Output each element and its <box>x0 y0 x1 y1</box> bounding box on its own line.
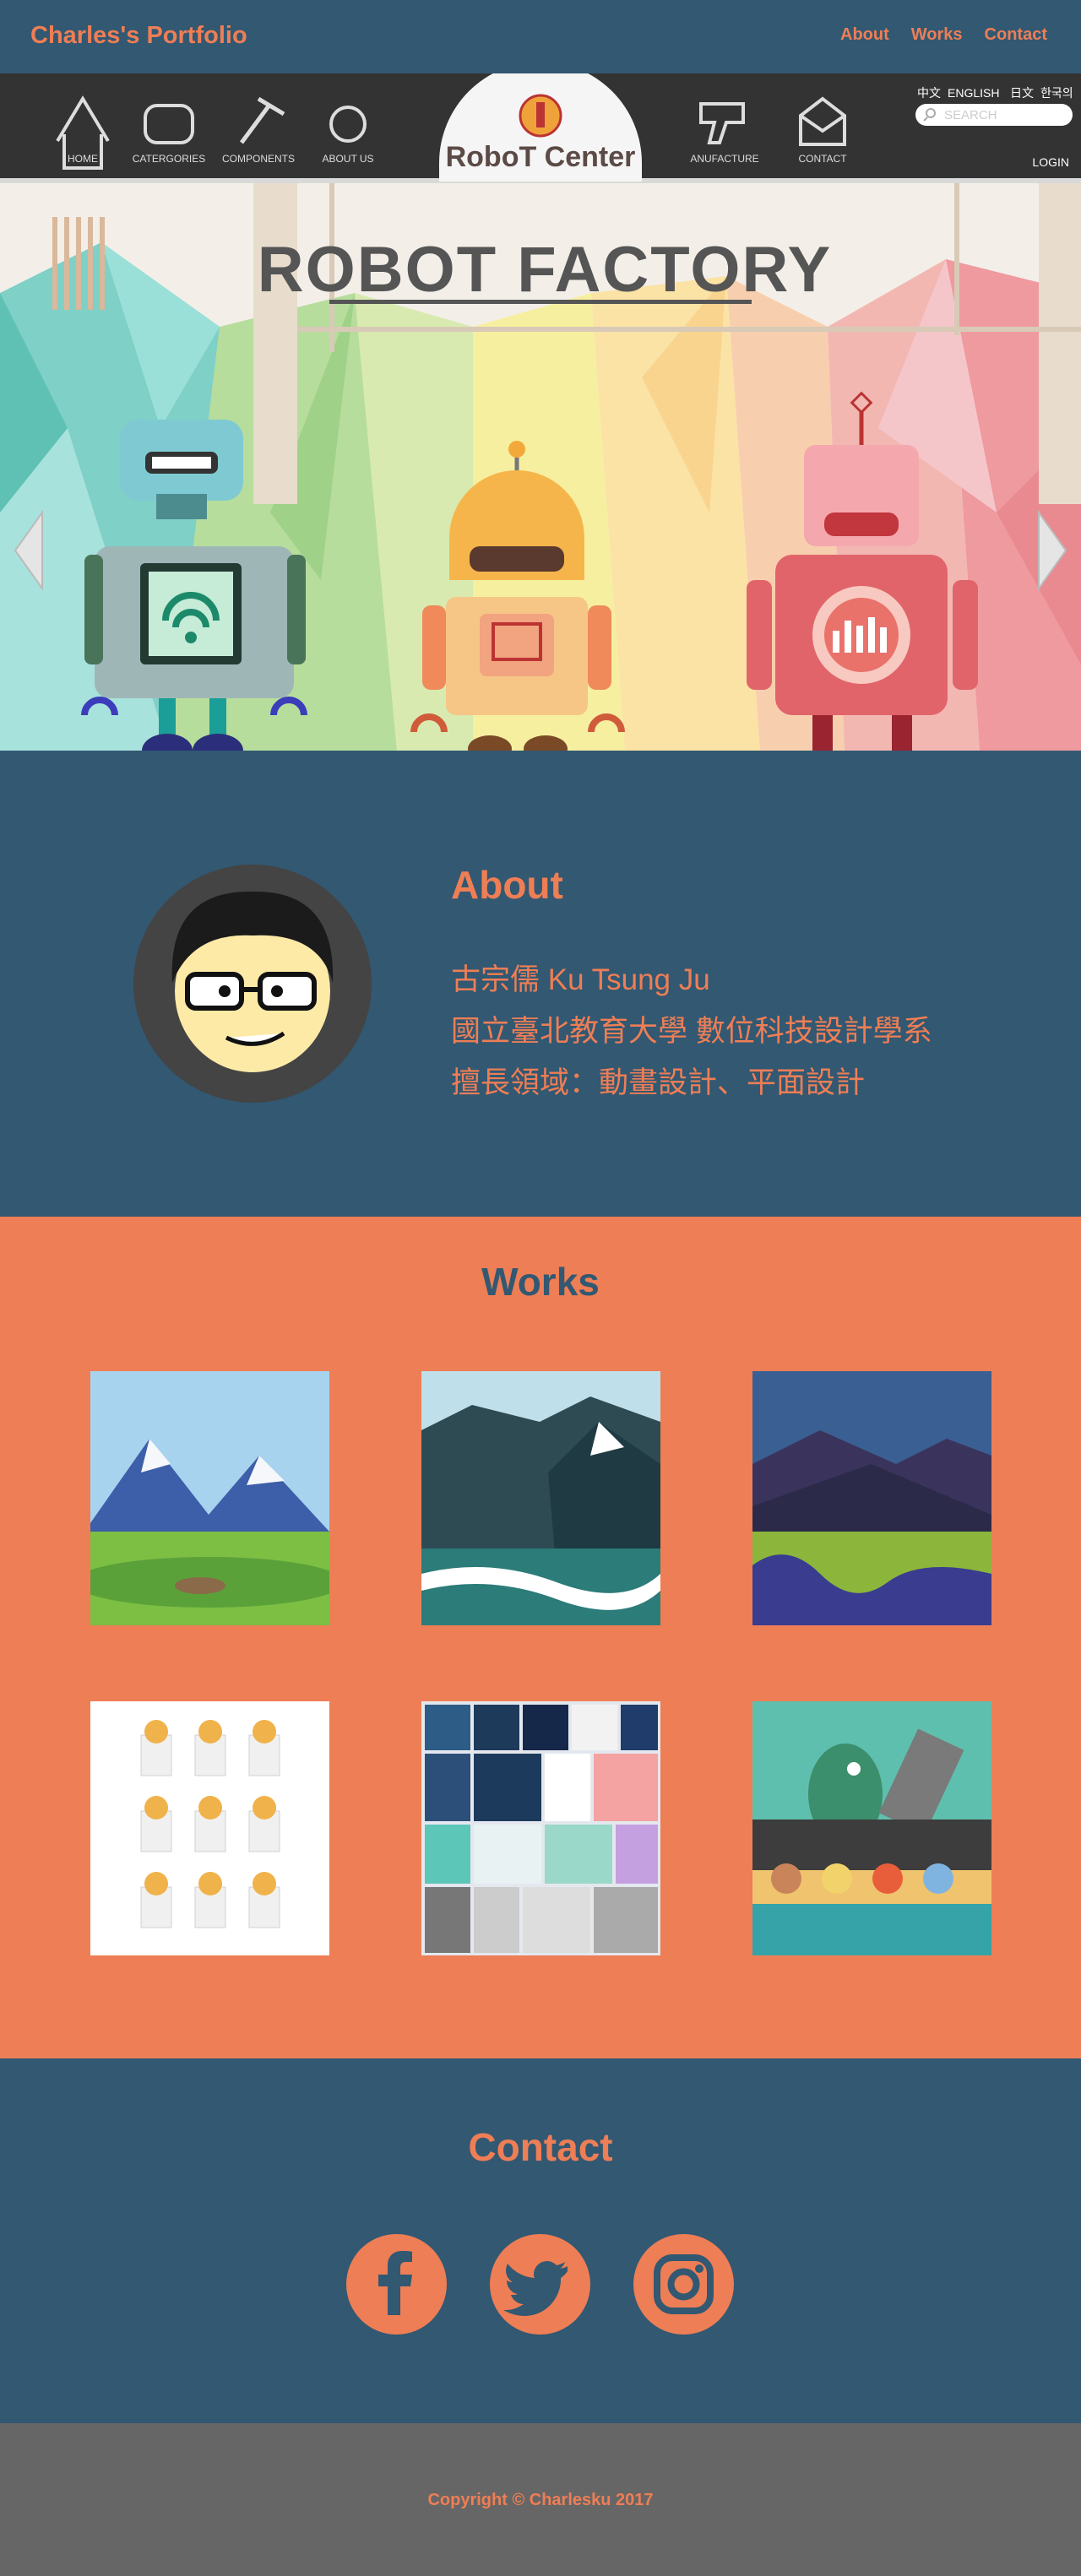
instagram-button[interactable] <box>633 2234 734 2335</box>
contact-section: Contact <box>0 2058 1081 2423</box>
nav-works-link[interactable]: Works <box>911 25 963 45</box>
about-name: 古宗儒 Ku Tsung Ju <box>451 963 710 996</box>
search-box[interactable]: SEARCH <box>915 104 1073 126</box>
login-link[interactable]: LOGIN <box>1032 155 1069 169</box>
menu-label-home: HOME <box>68 153 98 165</box>
instagram-icon <box>654 2254 714 2314</box>
menu-label-contact: CONTACT <box>798 153 847 165</box>
menu-label-about-us: ABOUT US <box>322 153 373 165</box>
copyright-text: Copyright © Charlesku 2017 <box>427 2491 654 2509</box>
brand-title[interactable]: Charles's Portfolio <box>30 22 247 50</box>
lang-chinese[interactable]: 中文 <box>917 86 941 100</box>
menu-label-categories: CATERGORIES <box>133 153 205 165</box>
nav-links: About Works Contact <box>840 25 1047 45</box>
facebook-button[interactable] <box>346 2234 447 2335</box>
top-navigation: Charles's Portfolio About Works Contact <box>0 0 1081 73</box>
lang-japanese[interactable]: 日文 <box>1010 86 1034 100</box>
about-school: 國立臺北教育大學 數位科技設計學系 <box>451 1015 932 1048</box>
work-thumbnail-3[interactable] <box>752 1371 991 1625</box>
menu-label-manufacture: ANUFACTURE <box>690 153 758 165</box>
lang-korean[interactable]: 한국의 <box>1040 86 1073 100</box>
works-section: Works <box>0 1217 1081 2058</box>
logo-text: RoboT Center <box>446 141 636 173</box>
work-thumbnail-2[interactable] <box>421 1371 660 1625</box>
avatar <box>133 865 372 1103</box>
search-placeholder: SEARCH <box>944 108 997 122</box>
works-heading: Works <box>481 1260 600 1304</box>
twitter-button[interactable] <box>490 2234 590 2335</box>
facebook-icon <box>378 2251 412 2315</box>
nav-about-link[interactable]: About <box>840 25 889 45</box>
nav-contact-link[interactable]: Contact <box>985 25 1047 45</box>
about-skills: 擅長領域：動畫設計、平面設計 <box>451 1066 866 1099</box>
lang-english[interactable]: ENGLISH <box>948 86 999 100</box>
about-heading: About <box>451 863 563 907</box>
work-thumbnail-4[interactable] <box>90 1701 329 1955</box>
work-thumbnail-5[interactable] <box>421 1701 660 1955</box>
hero-banner: ROBOT FACTORY HOME CATERGORIES COMPONENT… <box>0 73 1081 751</box>
twitter-icon <box>503 2261 568 2316</box>
banner-title: ROBOT FACTORY <box>258 234 832 306</box>
about-section: About 古宗儒 Ku Tsung Ju 國立臺北教育大學 數位科技設計學系 … <box>0 751 1081 1217</box>
contact-heading: Contact <box>468 2125 613 2169</box>
work-thumbnail-6[interactable] <box>752 1701 991 1955</box>
language-switcher: 中文 ENGLISH 日文 한국의 <box>917 86 1073 100</box>
work-thumbnail-1[interactable] <box>90 1371 329 1625</box>
menu-label-components: COMPONENTS <box>222 153 295 165</box>
footer: Copyright © Charlesku 2017 <box>0 2423 1081 2576</box>
